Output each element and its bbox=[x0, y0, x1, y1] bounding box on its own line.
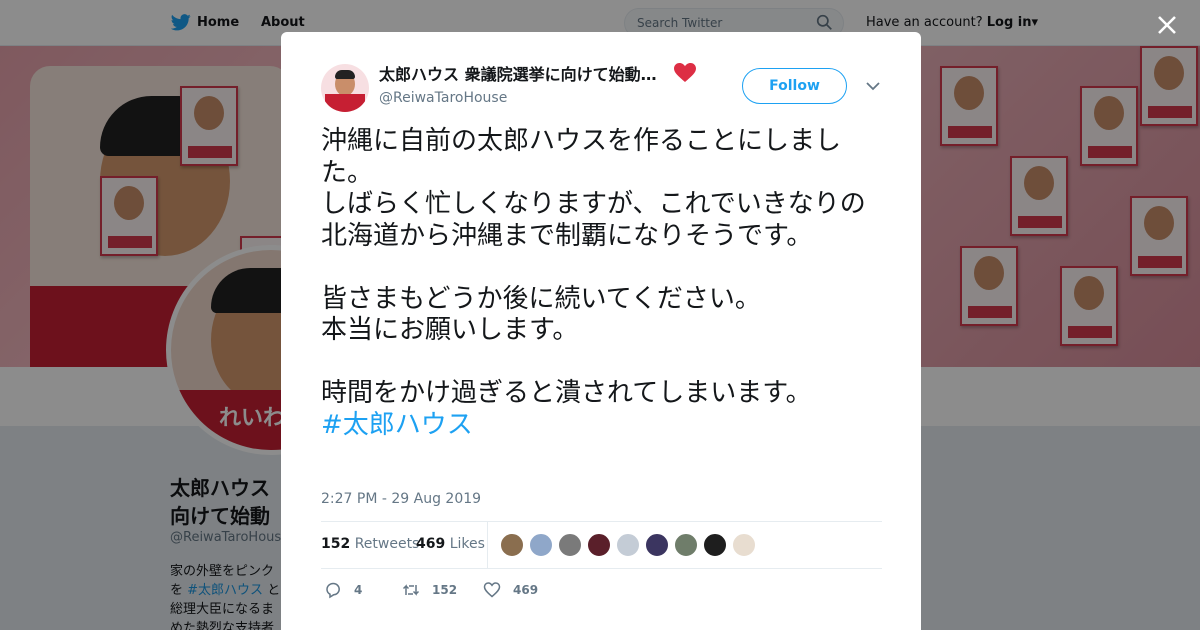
like-stat-count: 469 bbox=[416, 536, 446, 552]
retweet-icon bbox=[402, 584, 420, 596]
author-handle[interactable]: @ReiwaTaroHouse bbox=[379, 90, 507, 106]
author-name[interactable]: 太郎ハウス 衆議院選挙に向けて始動… bbox=[379, 65, 697, 85]
liker-avatar[interactable] bbox=[529, 533, 553, 557]
liker-avatar[interactable] bbox=[703, 533, 727, 557]
retweet-stat-label: Retweets bbox=[354, 536, 420, 552]
tweet-stats: 152 Retweets 469 Likes bbox=[321, 521, 882, 569]
tweet-timestamp[interactable]: 2:27 PM - 29 Aug 2019 bbox=[321, 491, 481, 507]
like-stat[interactable]: 469 Likes bbox=[416, 536, 485, 552]
tweet-permalink-modal: 太郎ハウス 衆議院選挙に向けて始動… @ReiwaTaroHouse Follo… bbox=[281, 32, 921, 630]
stats-divider bbox=[487, 522, 488, 569]
like-count: 469 bbox=[513, 583, 539, 597]
follow-button[interactable]: Follow bbox=[742, 68, 847, 104]
like-stat-label: Likes bbox=[449, 536, 485, 552]
close-icon[interactable] bbox=[1154, 12, 1180, 38]
tweet-text-line: 時間をかけ過ぎると潰されてしまいます。 bbox=[321, 378, 812, 408]
tweet-text-line: しばらく忙しくなりますが、これでいきなりの北海道から沖縄まで制覇になりそうです。 bbox=[321, 189, 866, 251]
liker-avatar[interactable] bbox=[732, 533, 756, 557]
chevron-down-icon[interactable] bbox=[866, 81, 880, 91]
retweet-count: 152 bbox=[432, 583, 458, 597]
tweet-text-line: 本当にお願いします。 bbox=[321, 315, 579, 345]
liker-avatar[interactable] bbox=[558, 533, 582, 557]
tweet-hashtag-link[interactable]: #太郎ハウス bbox=[321, 410, 886, 442]
tweet-actions: 4 152 469 bbox=[321, 580, 882, 600]
tweet-text-line: 皆さまもどうか後に続いてください。 bbox=[321, 283, 761, 314]
reply-icon bbox=[326, 582, 340, 599]
liker-avatar[interactable] bbox=[500, 533, 524, 557]
reply-count: 4 bbox=[354, 583, 363, 597]
retweet-stat-count: 152 bbox=[321, 536, 351, 552]
tweet-text: 沖縄に自前の太郎ハウスを作ることにしました。 しばらく忙しくなりますが、これでい… bbox=[321, 126, 886, 441]
heart-icon bbox=[483, 582, 501, 598]
author-avatar[interactable] bbox=[321, 64, 369, 112]
liker-avatar[interactable] bbox=[645, 533, 669, 557]
liker-avatar[interactable] bbox=[616, 533, 640, 557]
tweet-text-line: 沖縄に自前の太郎ハウスを作ることにしました。 bbox=[321, 126, 842, 188]
liker-avatar[interactable] bbox=[587, 533, 611, 557]
red-heart-emoji-icon bbox=[674, 63, 696, 82]
liker-avatar[interactable] bbox=[674, 533, 698, 557]
retweet-stat[interactable]: 152 Retweets bbox=[321, 536, 419, 552]
